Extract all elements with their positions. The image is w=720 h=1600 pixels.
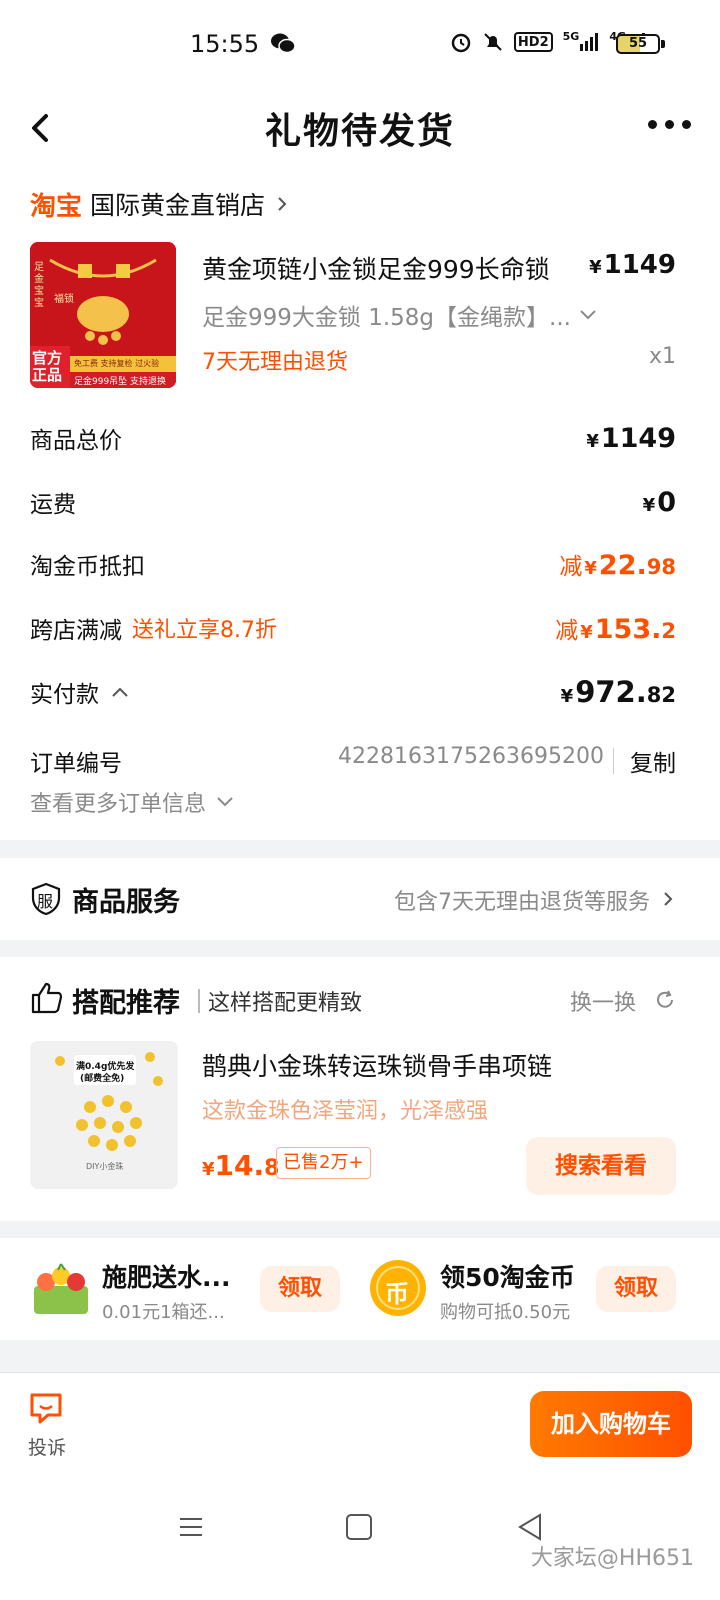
recommendation-card: 搭配推荐 这样搭配更精致 换一换 满0.4g优先发 (邮费全免) DIY小金珠 …	[0, 957, 720, 1221]
alarm-icon	[451, 33, 471, 53]
more-order-info-label: 查看更多订单信息	[30, 792, 207, 817]
sold-count-badge: 已售2万+	[276, 1147, 371, 1179]
service-desc: 包含7天无理由退货等服务	[394, 890, 650, 915]
product-image-text-2: 福锁	[54, 294, 74, 305]
recommend-item-image[interactable]: 满0.4g优先发 (邮费全免) DIY小金珠	[30, 1041, 178, 1189]
goods-total-row: 商品总价 ¥1149	[30, 418, 676, 458]
promo-2-subtitle: 购物可抵0.50元	[440, 1302, 571, 1323]
service-icon-char: 服	[37, 892, 54, 911]
complaint-label[interactable]: 投诉	[28, 1433, 66, 1460]
coin-deduction-row: 淘金币抵扣 减 ¥22.98	[30, 544, 676, 584]
recommend-image-text-2: (邮费全免)	[80, 1074, 125, 1084]
cross-store-discount-row: 跨店满减 送礼立享8.7折 减 ¥153.2	[30, 608, 676, 648]
fruit-basket-icon	[34, 1263, 88, 1314]
home-icon[interactable]	[346, 1514, 372, 1540]
chevron-right-icon	[664, 892, 673, 906]
promo-2-title: 领50淘金币	[440, 1263, 575, 1292]
order-number-label: 订单编号	[30, 751, 122, 777]
back-icon[interactable]	[516, 1512, 544, 1542]
claim-button-1[interactable]: 领取	[260, 1266, 340, 1312]
divider	[613, 748, 614, 774]
goods-total-label: 商品总价	[30, 428, 122, 454]
shipping-label: 运费	[30, 492, 76, 518]
product-image-banner-1: 免工费 支持复检 过火验	[74, 359, 160, 368]
recommend-item-desc: 这款金珠色泽莹润，光泽感强	[202, 1099, 489, 1124]
coin-char: 币	[385, 1280, 409, 1308]
paid-label: 实付款	[30, 682, 99, 708]
recommend-title: 搭配推荐	[72, 988, 180, 1019]
service-card[interactable]: 服 商品服务 包含7天无理由退货等服务	[0, 858, 720, 940]
swap-button[interactable]: 换一换	[570, 985, 636, 1017]
shop-link[interactable]: 淘宝 国际黄金直销店	[30, 184, 291, 224]
shop-name: 国际黄金直销店	[90, 191, 266, 220]
shipping-value: ¥0	[642, 486, 676, 518]
hd-icon: HD2	[513, 32, 553, 52]
cross-store-label: 跨店满减	[30, 618, 122, 644]
chevron-down-icon[interactable]	[578, 306, 598, 324]
divider	[198, 989, 200, 1013]
product-sku[interactable]: 足金999大金锁 1.58g【金绳款】...	[202, 298, 571, 332]
product-image-text: 足金宝宝	[34, 262, 44, 309]
mute-icon	[484, 33, 502, 51]
nav-bar: 礼物待发货	[0, 90, 720, 170]
promo-1-title: 施肥送水...	[102, 1263, 231, 1292]
thumbs-up-icon	[31, 982, 63, 1014]
more-order-info-link[interactable]: 查看更多订单信息	[30, 786, 234, 818]
search-button[interactable]: 搜索看看	[526, 1137, 676, 1195]
copy-button[interactable]: 复制	[630, 744, 676, 778]
cross-store-value: 减 ¥153.2	[555, 614, 676, 645]
paid-amount-row[interactable]: 实付款 ¥972.82	[30, 672, 676, 712]
refresh-icon[interactable]	[654, 989, 676, 1011]
signal-icon	[580, 33, 599, 51]
product-quantity: x1	[648, 344, 676, 369]
product-price: ¥1149	[589, 250, 676, 280]
complaint-icon[interactable]	[28, 1391, 64, 1425]
status-bar: 15:55 HD2 5G 4G 55	[0, 0, 720, 90]
return-policy: 7天无理由退货	[202, 350, 348, 375]
status-time: 15:55	[190, 30, 260, 58]
order-card: 淘宝 国际黄金直销店 足金宝宝 福锁 官方正品 免工费 支持复检 过火验 足金9…	[0, 170, 720, 840]
bottom-action-bar: 投诉 加入购物车	[0, 1372, 720, 1482]
product-image-badge: 官方正品	[32, 349, 63, 384]
network-5g: 5G	[563, 30, 600, 54]
order-number: 4228163175263695200	[338, 744, 604, 769]
recommend-image-caption: DIY小金珠	[86, 1162, 124, 1171]
recommend-item-price: ¥14.8	[202, 1149, 280, 1182]
product-image[interactable]: 足金宝宝 福锁 官方正品 免工费 支持复检 过火验 足金999吊坠 支持退换	[30, 242, 176, 388]
product-title[interactable]: 黄金项链小金锁足金999长命锁	[202, 250, 550, 286]
coin-deduction-value: 减 ¥22.98	[559, 550, 676, 581]
service-title: 商品服务	[72, 887, 180, 918]
chevron-right-icon	[278, 197, 287, 211]
battery-tip	[661, 40, 665, 48]
recommend-item-name[interactable]: 鹊典小金珠转运珠锁骨手串项链	[202, 1047, 552, 1083]
wechat-icon	[271, 33, 296, 54]
add-to-cart-button[interactable]: 加入购物车	[530, 1391, 692, 1457]
chevron-up-icon[interactable]	[111, 685, 129, 699]
chevron-down-icon	[217, 797, 233, 807]
taobao-logo: 淘宝	[30, 191, 83, 222]
promo-card: 施肥送水... 0.01元1箱还... 领取 币 领50淘金币 购物可抵0.50…	[0, 1238, 720, 1340]
paid-value: ¥972.82	[560, 675, 676, 709]
promo-1-subtitle: 0.01元1箱还...	[102, 1302, 225, 1323]
product-image-banner-2: 足金999吊坠 支持退换	[74, 377, 167, 387]
goods-total-value: ¥1149	[586, 422, 676, 454]
more-menu-icon[interactable]	[648, 112, 696, 136]
shipping-row: 运费 ¥0	[30, 482, 676, 522]
coin-deduction-label: 淘金币抵扣	[30, 554, 145, 580]
page-title: 礼物待发货	[264, 111, 455, 152]
recent-apps-icon[interactable]	[178, 1514, 204, 1540]
battery-indicator: 55	[616, 34, 660, 54]
cross-store-promo: 送礼立享8.7折	[132, 618, 277, 643]
recommend-subtitle: 这样搭配更精致	[208, 991, 363, 1016]
system-nav-bar: 大家坛@HH651	[0, 1482, 720, 1600]
claim-button-2[interactable]: 领取	[596, 1266, 676, 1312]
watermark: 大家坛@HH651	[530, 1546, 694, 1571]
